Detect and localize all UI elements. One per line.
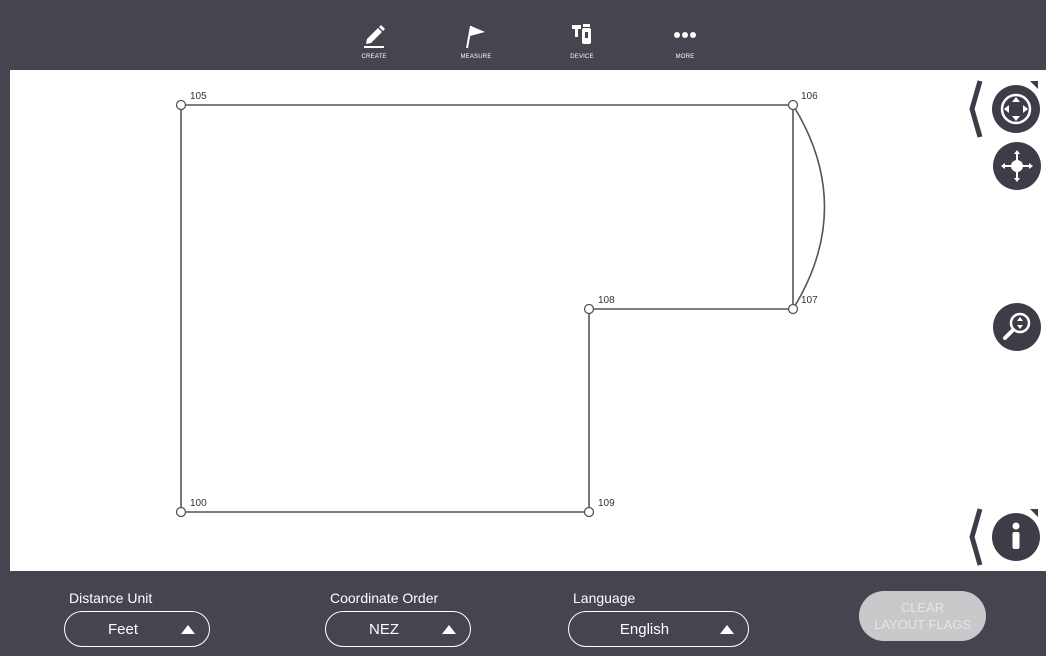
create-tool[interactable]: CREATE [344, 10, 404, 70]
device-tool[interactable]: DEVICE [552, 10, 612, 70]
coordinate-order-label: Coordinate Order [330, 590, 439, 606]
arc-106-107 [792, 104, 826, 310]
point-108-marker[interactable] [583, 303, 595, 315]
point-100-marker[interactable] [175, 506, 187, 518]
more-icon [674, 32, 696, 38]
more-tool[interactable]: MORE [655, 10, 715, 70]
point-106-label: 106 [801, 91, 818, 102]
measure-label: MEASURE [460, 54, 492, 60]
device-icon [572, 24, 591, 44]
pencil-icon [364, 25, 385, 48]
point-100-label: 100 [190, 498, 207, 509]
point-107-marker[interactable] [787, 303, 799, 315]
create-label: CREATE [361, 54, 387, 60]
distance-unit-label: Distance Unit [69, 590, 153, 606]
zoom-control[interactable] [991, 301, 1043, 353]
center-control[interactable] [991, 140, 1043, 192]
settings-bar: Distance Unit Feet Coordinate Order NEZ … [10, 571, 1046, 656]
top-toolbar: CREATE MEASURE DEVICE MORE [10, 10, 1046, 70]
point-108-label: 108 [598, 295, 615, 306]
language-select[interactable]: English [568, 611, 749, 647]
flag-icon [466, 25, 485, 49]
point-105-marker[interactable] [175, 99, 187, 111]
point-105-label: 105 [190, 91, 207, 102]
measure-tool[interactable]: MEASURE [446, 10, 506, 70]
more-label: MORE [675, 54, 695, 60]
caret-up-icon [181, 624, 195, 634]
pan-control[interactable] [966, 75, 1046, 145]
clear-layout-flags-button[interactable]: CLEAR LAYOUT FLAGS [859, 591, 986, 641]
language-label: Language [573, 590, 636, 606]
coordinate-order-select[interactable]: NEZ [325, 611, 471, 647]
clear-button-line2: LAYOUT FLAGS [873, 617, 972, 632]
info-control[interactable] [966, 503, 1046, 571]
info-icon [1012, 522, 1020, 549]
caret-up-icon [720, 624, 734, 634]
point-106-marker[interactable] [787, 99, 799, 111]
point-109-label: 109 [598, 498, 615, 509]
caret-up-icon [442, 624, 456, 634]
point-109-marker[interactable] [583, 506, 595, 518]
device-label: DEVICE [570, 54, 594, 60]
clear-button-line1: CLEAR [900, 600, 945, 615]
distance-unit-value: Feet [107, 620, 138, 638]
layout-drawing: 105 106 107 108 109 100 [175, 91, 826, 518]
point-107-label: 107 [801, 295, 818, 306]
layout-canvas[interactable]: 105 106 107 108 109 100 [10, 70, 1046, 571]
distance-unit-select[interactable]: Feet [64, 611, 210, 647]
coordinate-order-value: NEZ [369, 620, 399, 638]
language-value: English [619, 620, 670, 638]
